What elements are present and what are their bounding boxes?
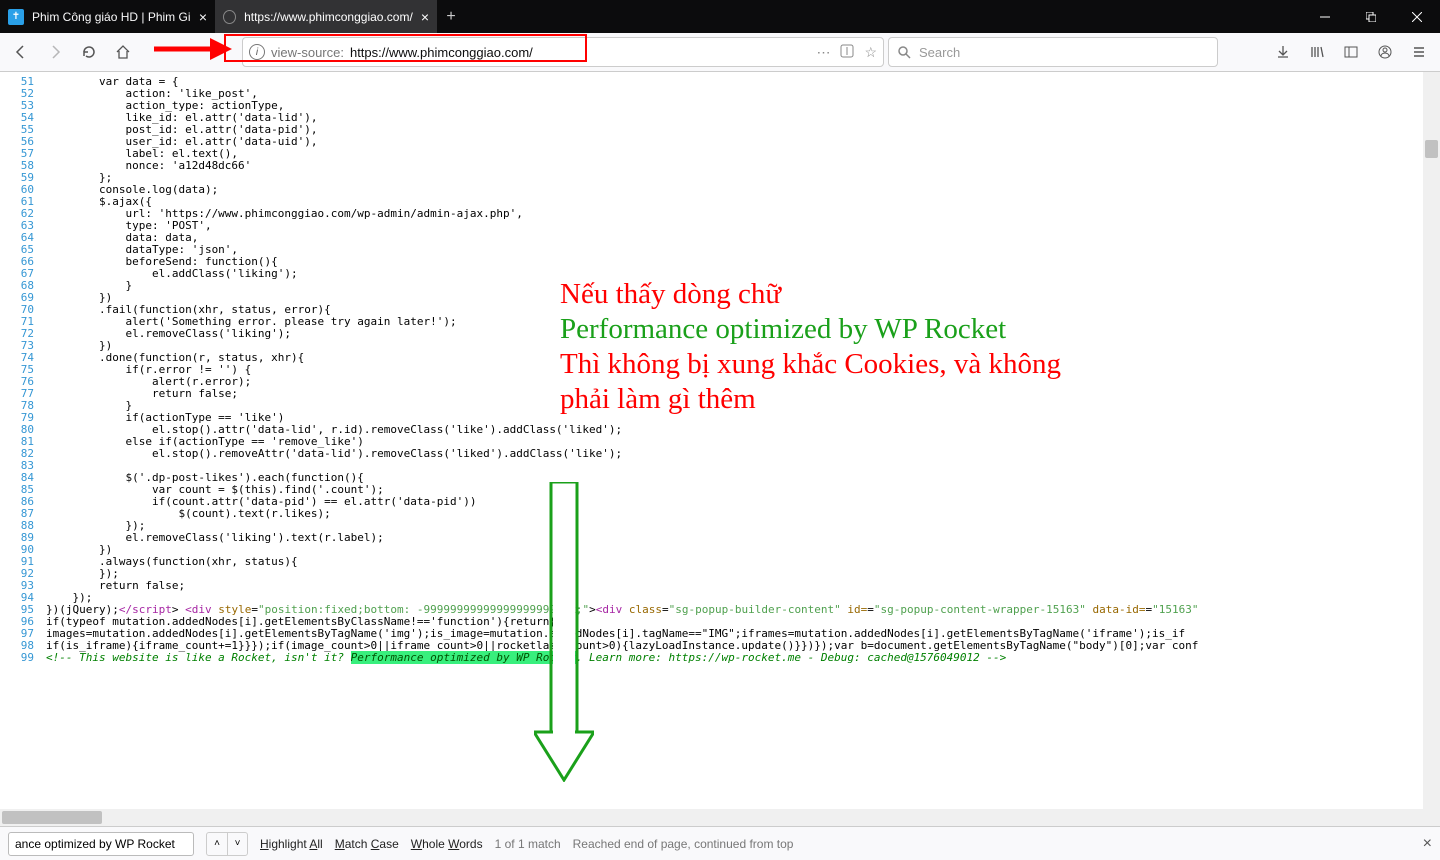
- tabs: ✝ Phim Công giáo HD | Phim Gi × https://…: [0, 0, 465, 33]
- close-window-button[interactable]: [1394, 0, 1440, 33]
- url-prefix: view-source:: [271, 45, 344, 60]
- url-bar[interactable]: i view-source: https://www.phimconggiao.c…: [242, 37, 884, 67]
- star-icon[interactable]: ☆: [864, 44, 877, 61]
- minimize-button[interactable]: [1302, 0, 1348, 33]
- titlebar: ✝ Phim Công giáo HD | Phim Gi × https://…: [0, 0, 1440, 33]
- close-icon[interactable]: ×: [199, 9, 207, 25]
- new-tab-button[interactable]: +: [437, 0, 465, 33]
- search-placeholder: Search: [919, 45, 960, 60]
- info-icon[interactable]: i: [249, 44, 265, 60]
- reload-button[interactable]: [74, 37, 104, 67]
- maximize-button[interactable]: [1348, 0, 1394, 33]
- find-bar: ˄ ˅ Highlight All Match Case Whole Words…: [0, 826, 1440, 860]
- favicon-cross-icon: ✝: [8, 9, 24, 25]
- tab-title: Phim Công giáo HD | Phim Gi: [32, 10, 191, 24]
- find-next-button[interactable]: ˅: [227, 833, 247, 855]
- navbar: i view-source: https://www.phimconggiao.c…: [0, 33, 1440, 72]
- more-icon[interactable]: ⋯: [816, 44, 830, 61]
- library-button[interactable]: [1302, 37, 1332, 67]
- search-bar[interactable]: Search: [888, 37, 1218, 67]
- find-prev-next: ˄ ˅: [206, 832, 248, 856]
- close-icon[interactable]: ×: [421, 9, 429, 25]
- find-match-count: 1 of 1 match: [495, 837, 561, 851]
- vertical-scrollbar[interactable]: [1423, 72, 1440, 826]
- back-button[interactable]: [6, 37, 36, 67]
- downloads-button[interactable]: [1268, 37, 1298, 67]
- find-status: Reached end of page, continued from top: [573, 837, 794, 851]
- source-code[interactable]: 51 var data = {52 action: 'like_post',53…: [0, 72, 1440, 664]
- find-prev-button[interactable]: ˄: [207, 833, 227, 855]
- reader-icon[interactable]: [840, 44, 854, 61]
- find-close-button[interactable]: ×: [1423, 835, 1432, 853]
- source-viewport: 51 var data = {52 action: 'like_post',53…: [0, 72, 1440, 826]
- find-match-case[interactable]: Match Case: [335, 837, 399, 851]
- favicon-globe-icon: [223, 10, 236, 24]
- find-highlight-all[interactable]: Highlight All: [260, 837, 323, 851]
- home-button[interactable]: [108, 37, 138, 67]
- search-icon: [897, 45, 911, 59]
- horizontal-scrollbar[interactable]: [0, 809, 1423, 826]
- scroll-thumb[interactable]: [2, 811, 102, 824]
- tab-2-active[interactable]: https://www.phimconggiao.com/ ×: [215, 0, 437, 33]
- scroll-thumb[interactable]: [1425, 140, 1438, 158]
- find-input[interactable]: [8, 832, 194, 856]
- tab-1[interactable]: ✝ Phim Công giáo HD | Phim Gi ×: [0, 0, 215, 33]
- url-main: https://www.phimconggiao.com/: [350, 45, 533, 60]
- account-button[interactable]: [1370, 37, 1400, 67]
- tab-title: https://www.phimconggiao.com/: [244, 10, 413, 24]
- find-whole-words[interactable]: Whole Words: [411, 837, 483, 851]
- window-controls: [1302, 0, 1440, 33]
- forward-button[interactable]: [40, 37, 70, 67]
- sidebar-button[interactable]: [1336, 37, 1366, 67]
- menu-button[interactable]: [1404, 37, 1434, 67]
